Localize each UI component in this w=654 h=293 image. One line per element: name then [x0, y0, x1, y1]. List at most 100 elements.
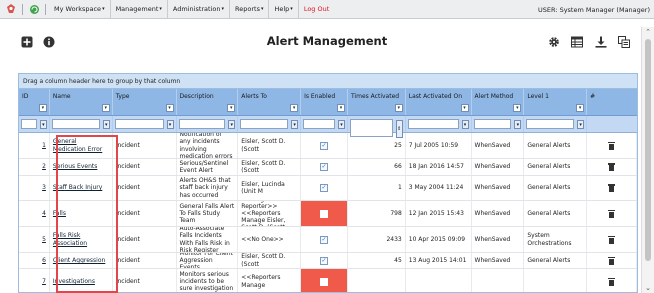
filter-icon[interactable]: ▾	[461, 120, 469, 129]
row-id-link[interactable]: 5	[42, 236, 46, 243]
alert-name-link[interactable]: Falls Risk Association	[53, 232, 109, 246]
filter-input[interactable]	[178, 119, 226, 129]
copy-icon[interactable]	[618, 36, 630, 48]
menu-administration[interactable]: Administration ▾	[168, 0, 231, 19]
column-menu-icon[interactable]: ▾	[513, 104, 522, 112]
delete-icon[interactable]	[608, 209, 616, 218]
filter-icon[interactable]: ▾	[514, 120, 522, 129]
column-menu-icon[interactable]: ▾	[576, 104, 585, 112]
column-header-times-activated[interactable]: Times Activated ▾	[348, 89, 406, 115]
alert-name-link[interactable]: Investigations	[53, 278, 95, 285]
column-menu-icon[interactable]: ▾	[460, 104, 469, 112]
column-header-level-1[interactable]: Level 1 ▾	[524, 89, 588, 115]
delete-icon[interactable]	[608, 235, 616, 244]
table-row[interactable]: 1 General Medication Error Incident Notific…	[19, 133, 637, 159]
column-menu-icon[interactable]: ▾	[38, 104, 47, 112]
filter-icon[interactable]: ▾	[39, 120, 47, 129]
enabled-checkbox[interactable]: ✓	[320, 184, 329, 192]
column-header-alerts-to[interactable]: Alerts To ▾	[238, 89, 302, 115]
filter-icon[interactable]: ▾	[291, 120, 299, 129]
cell-alerts-to-text: <<Original Reporter>> <<Reporters Manage…	[241, 201, 286, 226]
menu-help[interactable]: Help ▾	[269, 0, 299, 19]
enabled-checkbox[interactable]: ✓	[320, 141, 329, 150]
menu-my-workspace[interactable]: My Workspace ▾	[49, 0, 111, 19]
app-logo-icon[interactable]	[3, 2, 19, 16]
column-menu-icon[interactable]: ▾	[101, 104, 110, 112]
alert-name-link[interactable]: Serious Events	[53, 163, 97, 170]
filter-icon[interactable]: ▾	[577, 120, 585, 129]
logout-link[interactable]: Log Out	[299, 0, 334, 19]
cell-description: Alerts OH&S that staff back injury has o…	[177, 176, 239, 200]
gear-icon[interactable]	[548, 36, 560, 48]
filter-input[interactable]	[349, 119, 393, 137]
menu-reports[interactable]: Reports ▾	[230, 0, 270, 19]
table-row[interactable]: 2 Serious Events Incident Serious/Sentinel …	[19, 159, 637, 176]
enabled-checkbox[interactable]	[320, 277, 329, 286]
column-menu-icon[interactable]: ▾	[336, 104, 345, 112]
column-header-last-activated[interactable]: Last Activated On ▾	[406, 89, 472, 115]
delete-icon[interactable]	[608, 141, 616, 150]
enabled-checkbox[interactable]: ✓	[320, 235, 329, 244]
cell-level-1: General Alerts	[524, 176, 588, 200]
column-header-description[interactable]: Description ▾	[177, 89, 239, 115]
row-id-link[interactable]: 6	[42, 257, 46, 264]
vertical-scrollbar[interactable]: ⌃ ⌄	[641, 27, 654, 293]
download-icon[interactable]	[595, 36, 607, 48]
table-row[interactable]: 5 Falls Risk Association Incident Auto-Asso…	[19, 227, 637, 253]
cell-level-1-text: System Orchestrations	[527, 232, 572, 247]
filter-icon[interactable]: ▾	[102, 120, 110, 129]
spinner-icon[interactable]: ⇕	[395, 120, 403, 138]
scroll-up-icon[interactable]: ⌃	[642, 27, 654, 37]
scroll-down-icon[interactable]: ⌄	[642, 283, 654, 293]
filter-input[interactable]	[240, 119, 289, 129]
column-menu-icon[interactable]: ▾	[394, 104, 403, 112]
column-header-actions: #	[587, 89, 637, 115]
grid-view-icon[interactable]	[571, 36, 583, 48]
filter-input[interactable]	[21, 119, 37, 129]
row-id-link[interactable]: 3	[42, 184, 46, 191]
enabled-checkbox[interactable]: ✓	[320, 163, 329, 171]
delete-icon[interactable]	[608, 277, 616, 286]
column-menu-icon[interactable]: ▾	[290, 104, 299, 112]
filter-input[interactable]	[407, 119, 459, 129]
row-id-link[interactable]: 4	[42, 210, 46, 217]
menu-management[interactable]: Management ▾	[111, 0, 168, 19]
table-row[interactable]: 6 Client Aggression Incident Monitor For Cl…	[19, 253, 637, 269]
column-header-name[interactable]: Name ▾	[50, 89, 113, 115]
group-by-panel[interactable]: Drag a column header here to group by th…	[19, 74, 637, 89]
column-header-type[interactable]: Type ▾	[113, 89, 177, 115]
filter-input[interactable]	[303, 119, 335, 129]
table-row[interactable]: 4 Falls Incident General Falls Alert To Fal…	[19, 201, 637, 227]
column-menu-icon[interactable]: ▾	[165, 104, 174, 112]
delete-icon[interactable]	[608, 184, 616, 192]
column-header-id[interactable]: ID ▾	[19, 89, 50, 115]
enabled-checkbox[interactable]	[320, 209, 329, 218]
filter-icon[interactable]: ▾	[228, 120, 236, 129]
alert-name-link[interactable]: Staff Back Injury	[53, 184, 102, 191]
refresh-icon[interactable]	[26, 2, 42, 16]
scroll-thumb[interactable]	[645, 39, 651, 261]
alert-name-link[interactable]: General Medication Error	[53, 138, 109, 152]
delete-icon[interactable]	[608, 163, 616, 171]
filter-icon[interactable]: ▾	[337, 120, 345, 129]
delete-icon[interactable]	[608, 256, 616, 265]
row-id-link[interactable]: 1	[42, 142, 46, 149]
column-header-is-enabled[interactable]: Is Enabled ▾	[301, 89, 348, 115]
filter-input[interactable]	[473, 119, 512, 129]
column-header-alert-method[interactable]: Alert Method ▾	[472, 89, 525, 115]
alert-name-link[interactable]: Falls	[53, 210, 66, 217]
row-id-link[interactable]: 2	[42, 163, 46, 170]
row-id-link[interactable]: 7	[42, 278, 46, 285]
column-label: #	[590, 93, 596, 100]
filter-input[interactable]	[51, 119, 100, 129]
column-menu-icon[interactable]: ▾	[227, 104, 236, 112]
menu-label: Management	[115, 5, 159, 13]
filter-input[interactable]	[114, 119, 164, 129]
enabled-checkbox[interactable]: ✓	[320, 256, 329, 265]
current-user-label: USER: System Manager (Manager)	[538, 5, 650, 14]
alert-name-link[interactable]: Client Aggression	[53, 257, 105, 264]
filter-icon[interactable]: ▾	[166, 120, 174, 129]
table-row[interactable]: 3 Staff Back Injury Incident Alerts OH&S th…	[19, 176, 637, 201]
table-row[interactable]: 7 Investigations Incident Monitors serious …	[19, 269, 637, 292]
filter-input[interactable]	[526, 119, 575, 129]
